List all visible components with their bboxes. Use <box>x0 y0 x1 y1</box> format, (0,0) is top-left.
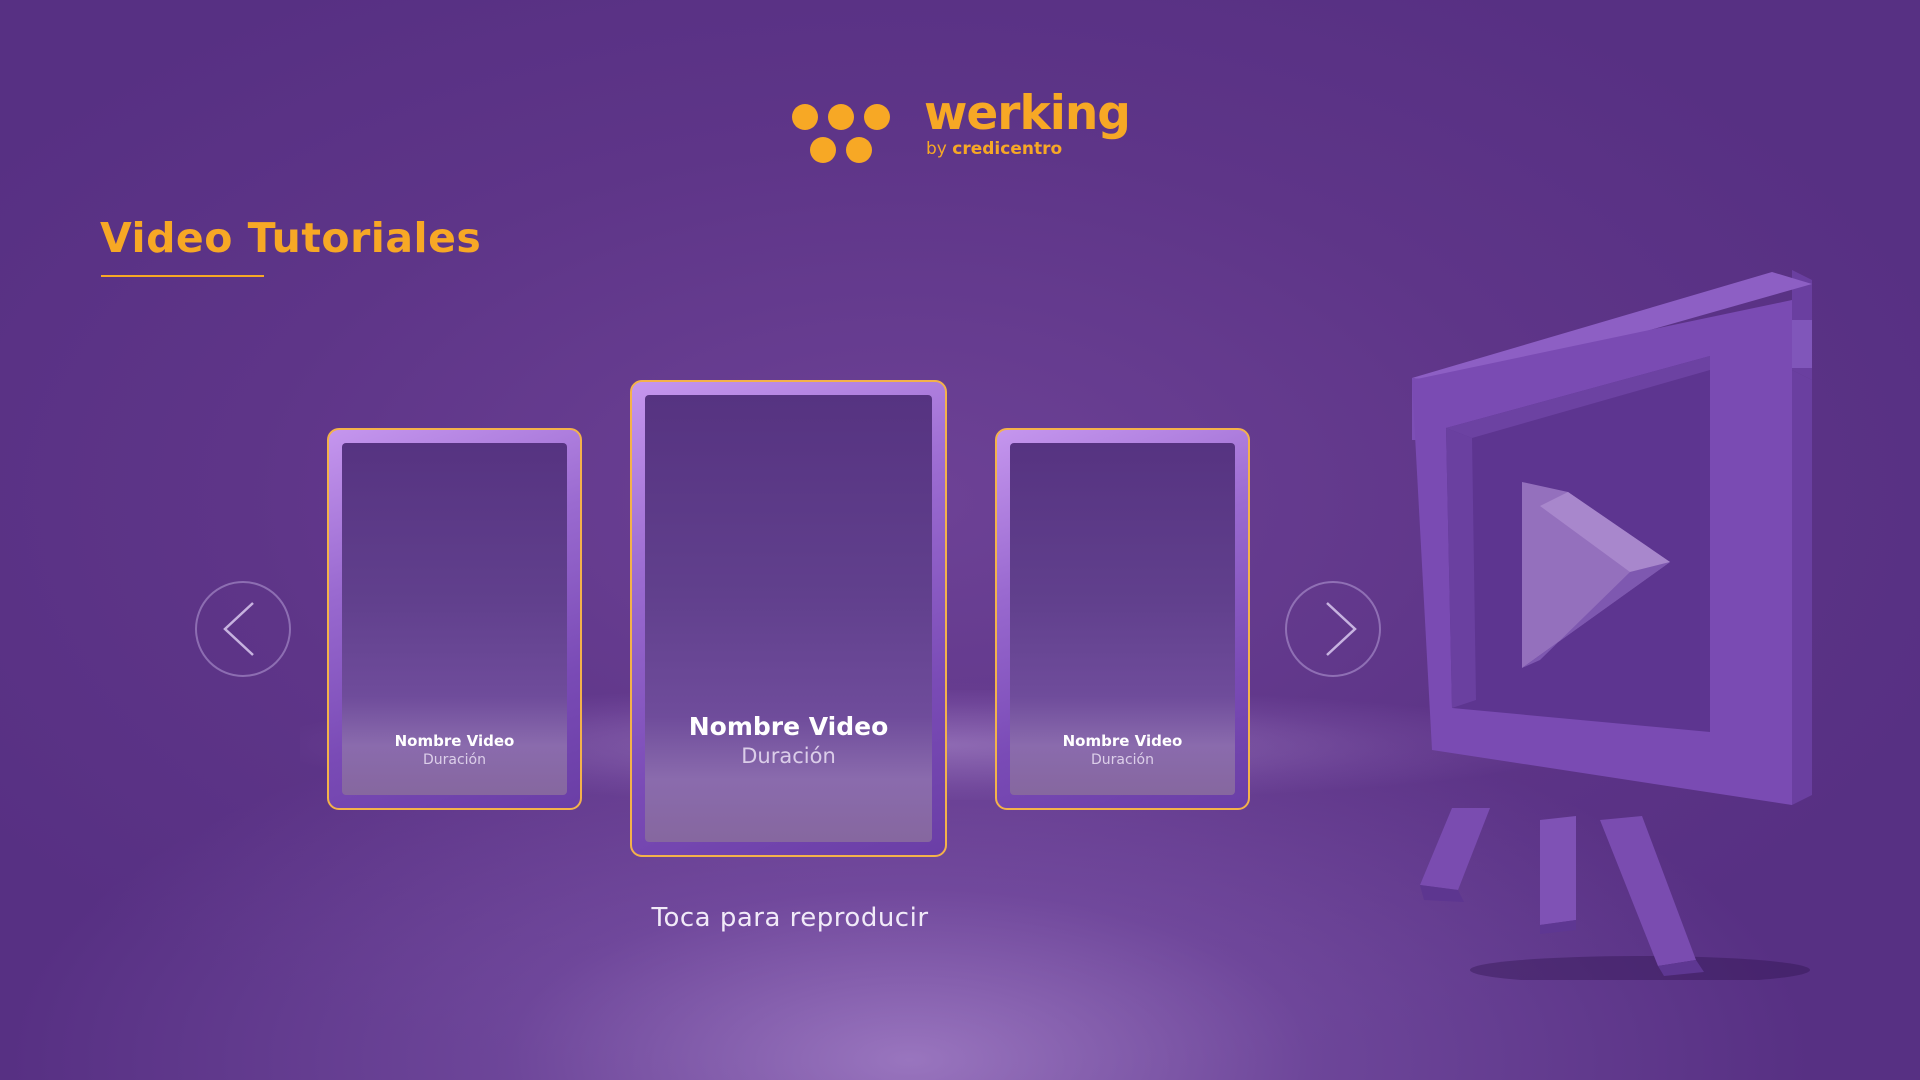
prev-button[interactable] <box>195 581 291 677</box>
video-duration: Duración <box>422 752 486 768</box>
video-name: Nombre Video <box>1062 732 1183 750</box>
brand-subtitle: by credicentro <box>926 141 1062 158</box>
video-card[interactable]: Nombre Video Duración <box>327 428 582 810</box>
werking-logo: werking by credicentro <box>792 90 1132 166</box>
brand-wordmark: werking <box>924 86 1131 141</box>
brand-sub-prefix: by <box>926 139 947 159</box>
page-title: Video Tutoriales <box>100 214 482 262</box>
chevron-right-icon <box>1326 602 1357 656</box>
chevron-left-icon <box>223 602 254 656</box>
title-underline <box>101 275 264 277</box>
brand-sub-name: credicentro <box>952 139 1063 159</box>
video-name: Nombre Video <box>688 712 889 741</box>
video-name: Nombre Video <box>394 732 515 750</box>
video-duration: Duración <box>1090 752 1154 768</box>
video-card[interactable]: Nombre Video Duración <box>995 428 1250 810</box>
next-button[interactable] <box>1285 581 1381 677</box>
video-card-selected[interactable]: Nombre Video Duración <box>630 380 947 857</box>
play-hint: Toca para reproducir <box>651 903 929 933</box>
play-screen-icon <box>1412 270 1812 980</box>
video-thumbnail <box>645 395 932 842</box>
video-duration: Duración <box>741 744 836 768</box>
dots-icon <box>792 100 902 163</box>
